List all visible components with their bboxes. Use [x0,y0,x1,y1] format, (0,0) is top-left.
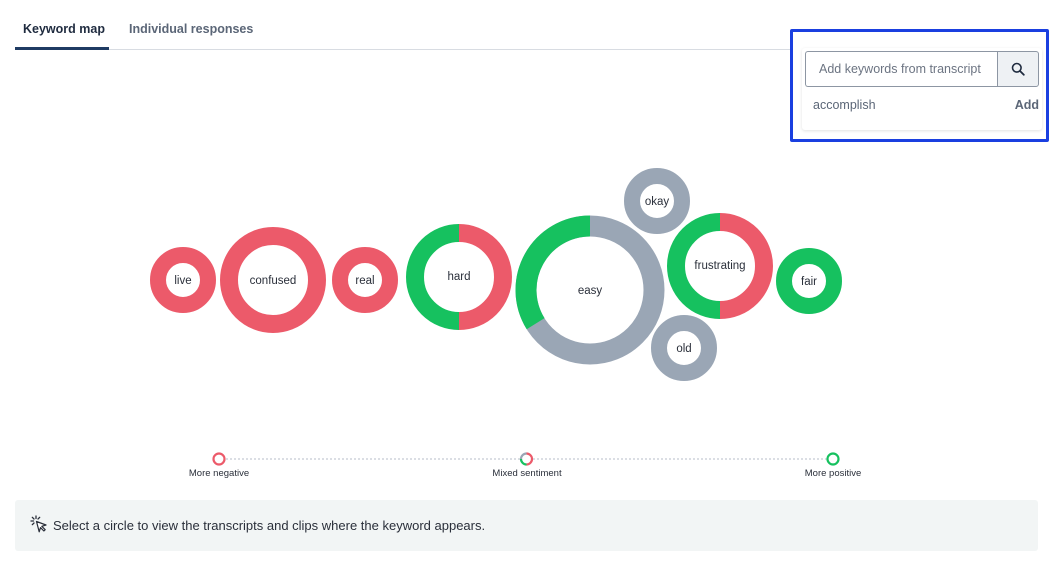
keyword-bubble-old[interactable]: old [651,315,717,381]
keyword-bubble-real[interactable]: real [332,247,398,313]
cursor-click-icon [30,515,47,533]
keyword-suggestion-row[interactable]: accomplish Add [805,94,1039,118]
keyword-bubble-frustrating[interactable]: frustrating [667,213,773,319]
legend-mixed-marker [519,452,534,466]
keyword-search-input[interactable] [805,51,997,87]
legend-label-negative: More negative [188,468,250,479]
keyword-label: frustrating [694,260,745,272]
keyword-label: okay [645,196,670,208]
keyword-label: confused [250,275,297,287]
keyword-label: hard [447,271,470,283]
keyword-label: fair [801,276,817,288]
keyword-bubble-easy[interactable]: easy [515,215,665,365]
keyword-bubble-hard[interactable]: hard [406,224,512,330]
keyword-label: real [355,275,374,287]
keyword-bubble-confused[interactable]: confused [220,227,326,333]
bubble-segment-positive [515,215,591,330]
keyword-search-card: accomplish Add [802,48,1042,130]
keyword-map-page: Keyword map Individual responses live co… [0,0,1055,576]
keyword-bubble-fair[interactable]: fair [776,248,842,314]
legend-negative-marker [212,452,226,466]
legend-label-mixed: Mixed sentiment [492,468,562,479]
legend-scale [212,452,840,466]
keyword-label: easy [578,285,603,297]
info-banner: Select a circle to view the transcripts … [15,500,1038,551]
legend-positive-marker [826,452,840,466]
info-text: Select a circle to view the transcripts … [53,518,486,533]
keyword-label: old [676,343,691,355]
keyword-bubble-okay[interactable]: okay [624,168,690,234]
keyword-bubble-live[interactable]: live [150,247,216,313]
keyword-label: live [174,275,191,287]
search-button[interactable] [997,51,1039,87]
search-icon [1011,62,1025,76]
keyword-suggestion: accomplish [813,98,876,112]
keyword-search-highlight: accomplish Add [790,29,1049,142]
add-keyword-button[interactable]: Add [1015,98,1039,112]
sentiment-legend: More negative Mixed sentiment More posit… [0,440,1055,485]
legend-label-positive: More positive [804,468,862,479]
